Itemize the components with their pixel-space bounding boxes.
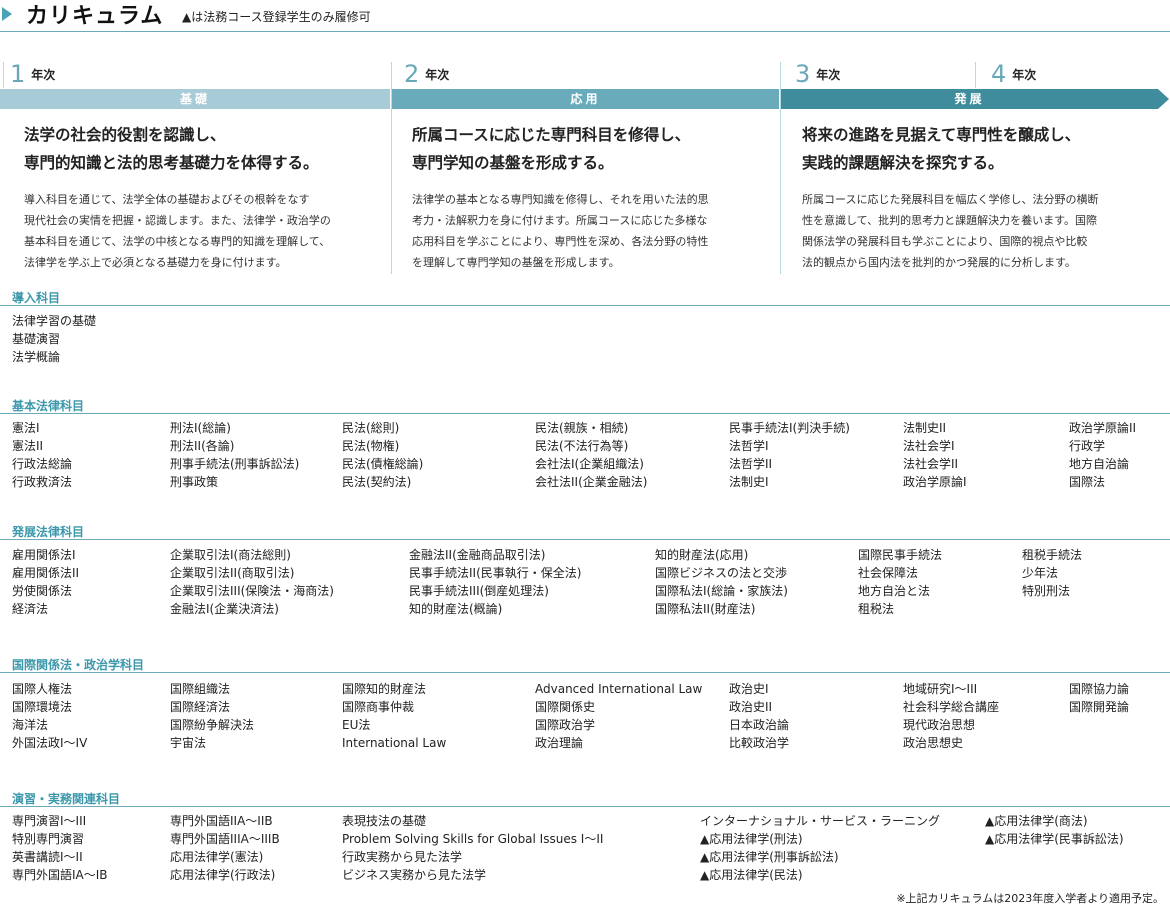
year-4-label: 4 年次 (991, 60, 1037, 88)
course-list: インターナショナル・サービス・ラーニング ▲応用法律学(刑法) ▲応用法律学(刑事訴… (700, 814, 941, 882)
course-list: 表現技法の基礎 Problem Solving Skills for Global… (342, 814, 604, 882)
course-list: 企業取引法I(商法総則) 企業取引法II(商取引法) 企業取引法III(保険法・海商… (170, 548, 334, 616)
column-1-headline: 法学の社会的役割を認識し、 専門的知識と法的思考基礎力を体得する。 (24, 125, 319, 172)
section-title-seminar: 演習・実務関連科目 (12, 792, 121, 806)
course-list: 政治学原論II 行政学 地方自治論 国際法 (1069, 421, 1137, 489)
column-2-headline: 所属コースに応じた専門科目を修得し、 専門学知の基盤を形成する。 (412, 125, 691, 172)
header-note: ▲は法務コース登録学生のみ履修可 (182, 10, 371, 24)
stage-bar-ouyo: 応用 (392, 89, 779, 109)
course-list: 金融法II(金融商品取引法) 民事手続法II(民事執行・保全法) 民事手続法III(… (409, 548, 582, 616)
section-title-intro: 導入科目 (12, 291, 61, 305)
course-list: 雇用関係法I 雇用関係法II 労使関係法 経済法 (12, 548, 80, 616)
course-list: 国際協力論 国際開発論 (1069, 682, 1130, 714)
year-separator (975, 62, 976, 88)
course-list: 憲法I 憲法II 行政法総論 行政救済法 (12, 421, 73, 489)
course-list: 民法(親族・相続) 民法(不法行為等) 会社法I(企業組織法) 会社法II(企業金融法… (535, 421, 648, 489)
course-list: 民法(総則) 民法(物権) 民法(債権総論) 民法(契約法) (342, 421, 424, 489)
course-list: 地域研究I〜III 社会科学総合講座 現代政治思想 政治思想史 (903, 682, 1000, 750)
stage-bar-hatten: 発展 (781, 89, 1158, 109)
year-separator (3, 62, 4, 88)
section-title-advanced-law: 発展法律科目 (12, 525, 85, 539)
course-list: 民事手続法I(判決手続) 法哲学I 法哲学II 法制史I (729, 421, 850, 489)
course-list: 刑法I(総論) 刑法II(各論) 刑事手続法(刑事訴訟法) 刑事政策 (170, 421, 300, 489)
course-list: 法律学習の基礎 基礎演習 法学概論 (12, 314, 97, 364)
section-divider (0, 539, 1170, 540)
course-list: 国際民事手続法 社会保障法 地方自治と法 租税法 (858, 548, 943, 616)
page-title: カリキュラム (26, 3, 164, 29)
course-list: 知的財産法(応用) 国際ビジネスの法と交渉 国際私法I(総論・家族法) 国際私法II(… (655, 548, 788, 616)
year-1-label: 1 年次 (10, 60, 56, 88)
column-3-headline: 将来の進路を見据えて専門性を醸成し、 実践的課題解決を探究する。 (802, 125, 1081, 172)
course-list: Advanced International Law 国際関係史 国際政治学 政治理論 (535, 682, 703, 750)
column-3-description: 所属コースに応じた発展科目を幅広く学修し、法分野の横断 性を意識して、批判的思考力… (802, 193, 1099, 269)
header-arrow-icon (2, 7, 12, 21)
course-list: 専門演習I〜III 特別専門演習 英書講読I〜II 専門外国語IA〜IB (12, 814, 108, 882)
section-divider (0, 806, 1170, 807)
section-divider (0, 305, 1170, 306)
stage-bar-kiso: 基礎 (0, 89, 390, 109)
course-list: 国際組織法 国際経済法 国際紛争解決法 宇宙法 (170, 682, 255, 750)
course-list: 専門外国語IIA〜IIB 専門外国語IIIA〜IIIB 応用法律学(憲法) 応用法律学… (170, 814, 280, 882)
section-divider (0, 413, 1170, 414)
course-list: ▲応用法律学(商法) ▲応用法律学(民事訴訟法) (985, 814, 1124, 846)
course-list: 租税手続法 少年法 特別刑法 (1022, 548, 1083, 598)
year-3-label: 3 年次 (795, 60, 841, 88)
course-list: 国際知的財産法 国際商事仲裁 EU法 International Law (342, 682, 447, 750)
section-divider (0, 672, 1170, 673)
course-list: 法制史II 法社会学I 法社会学II 政治学原論I (903, 421, 967, 489)
header-divider (0, 31, 1170, 32)
section-title-basic-law: 基本法律科目 (12, 399, 85, 413)
column-1-description: 導入科目を通じて、法学全体の基礎およびその根幹をなす 現代社会の実情を把握・認識し… (24, 193, 331, 269)
year-2-label: 2 年次 (404, 60, 450, 88)
section-title-international: 国際関係法・政治学科目 (12, 658, 145, 672)
course-list: 国際人権法 国際環境法 海洋法 外国法政I〜IV (12, 682, 88, 750)
course-list: 政治史I 政治史II 日本政治論 比較政治学 (729, 682, 790, 750)
column-2-description: 法律学の基本となる専門知識を修得し、それを用いた法的思 考力・法解釈力を身に付けま… (412, 193, 709, 269)
stage-bar-arrow-icon (1158, 89, 1169, 109)
footnote: ※上記カリキュラムは2023年度入学者より適用予定。 (896, 892, 1164, 905)
